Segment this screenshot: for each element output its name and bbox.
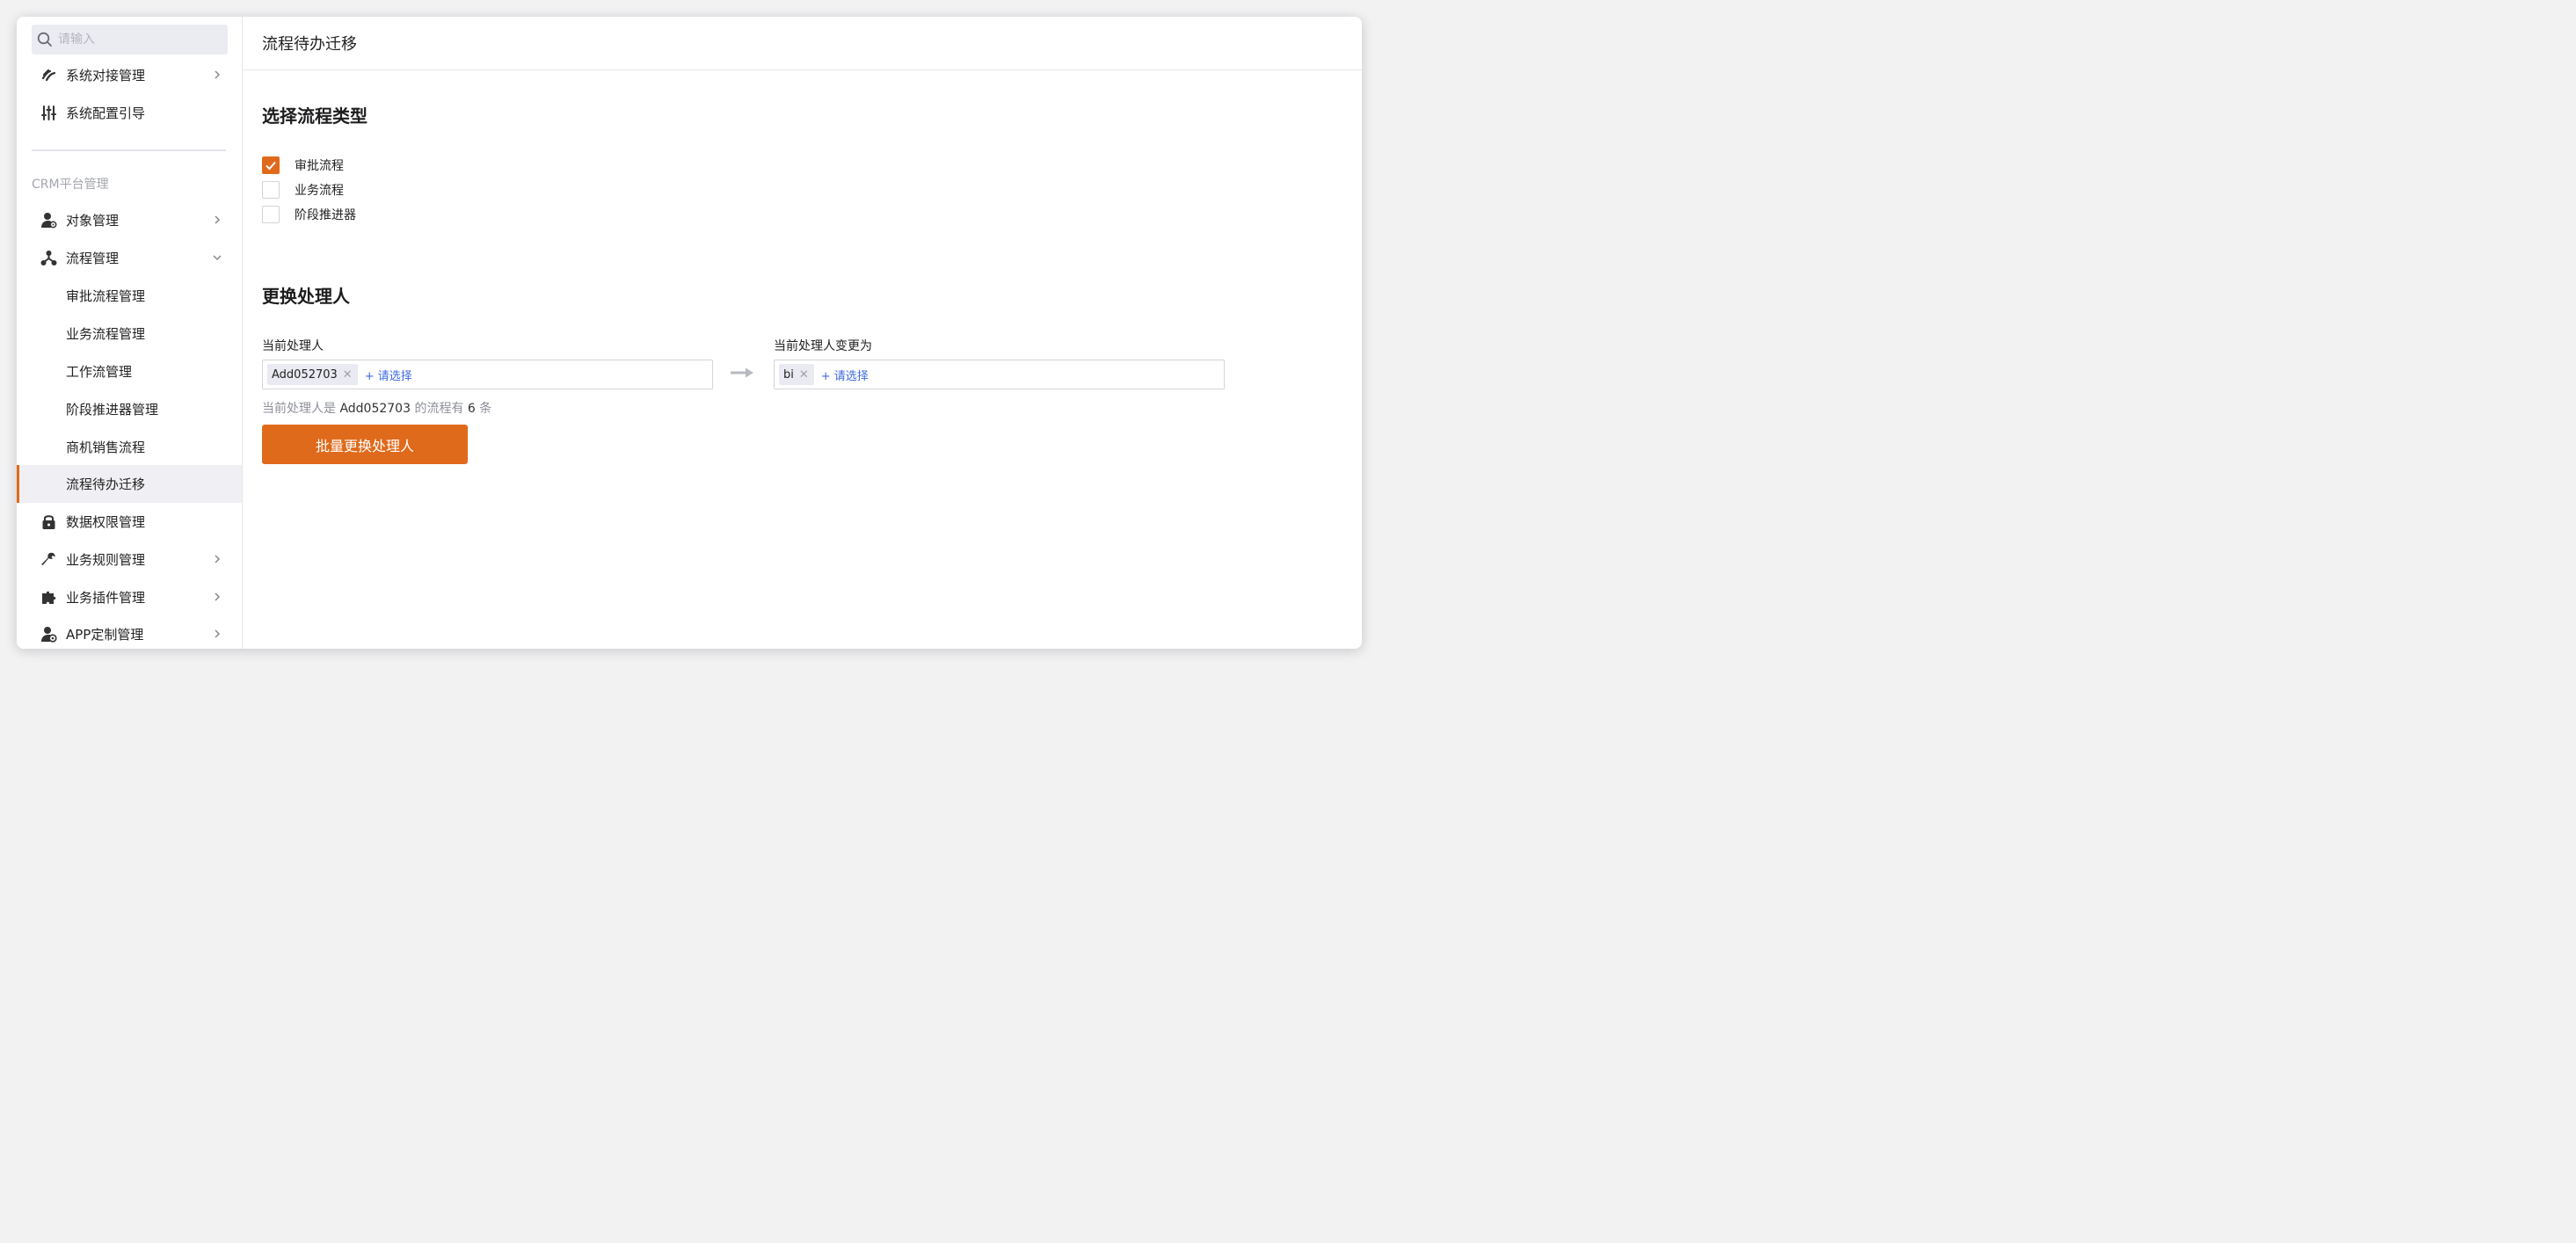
selected-user-tag: bi ✕ xyxy=(779,364,814,385)
sidebar-item-object-management[interactable]: 对象管理 xyxy=(17,201,242,239)
link-icon xyxy=(40,67,57,84)
sidebar-item-label: 系统配置引导 xyxy=(66,105,146,121)
info-user: Add052703 xyxy=(339,402,411,416)
sidebar-item-label: 流程待办迁移 xyxy=(66,476,146,492)
search-input[interactable] xyxy=(58,33,216,47)
sliders-icon xyxy=(40,105,57,121)
sidebar-item-opportunity-sales[interactable]: 商机销售流程 xyxy=(17,428,242,466)
sidebar-item-business-process[interactable]: 业务流程管理 xyxy=(17,315,242,353)
info-suffix: 条 xyxy=(479,402,492,416)
sidebar-item-label: 数据权限管理 xyxy=(66,514,146,530)
section-heading-change-handler: 更换处理人 xyxy=(262,286,350,307)
handler-info-text: 当前处理人是 Add052703 的流程有 6 条 xyxy=(262,399,491,417)
chevron-right-icon xyxy=(215,70,221,79)
sidebar-item-business-plugins[interactable]: 业务插件管理 xyxy=(17,578,242,616)
chevron-right-icon xyxy=(215,629,221,638)
main-content: 流程待办迁移 选择流程类型 审批流程 业务流程 阶段推进器 更换处理人 当前处理… xyxy=(243,17,1362,649)
sidebar-item-business-rules[interactable]: 业务规则管理 xyxy=(17,541,242,578)
sidebar-item-todo-migration[interactable]: 流程待办迁移 xyxy=(17,465,242,503)
checkbox-label: 阶段推进器 xyxy=(295,208,356,222)
sidebar-section-title: CRM平台管理 xyxy=(32,178,109,192)
checkmark-icon xyxy=(266,161,276,171)
checkbox-checked[interactable] xyxy=(262,156,280,174)
new-handler-label: 当前处理人变更为 xyxy=(774,339,872,353)
checkbox-unchecked[interactable] xyxy=(262,206,280,223)
sidebar-item-label: 工作流管理 xyxy=(66,364,133,380)
sidebar-item-label: 业务规则管理 xyxy=(66,552,146,568)
sidebar-item-workflow[interactable]: 工作流管理 xyxy=(17,353,242,390)
sidebar-item-approval-process[interactable]: 审批流程管理 xyxy=(17,277,242,315)
sidebar-item-label: APP定制管理 xyxy=(66,627,144,643)
arrow-right-icon xyxy=(731,367,753,378)
sidebar-item-label: 流程管理 xyxy=(66,251,120,266)
search-icon xyxy=(37,32,52,47)
sidebar-item-label: 阶段推进器管理 xyxy=(66,402,159,418)
sidebar-item-label: 商机销售流程 xyxy=(66,440,146,455)
new-handler-picker[interactable]: bi ✕ + 请选择 xyxy=(774,360,1225,389)
sidebar-item-config-guide[interactable]: 系统配置引导 xyxy=(17,94,242,132)
checkbox-label: 审批流程 xyxy=(295,159,344,173)
sidebar-item-label: 对象管理 xyxy=(66,213,120,229)
checkbox-stage-propeller[interactable]: 阶段推进器 xyxy=(262,206,356,223)
flow-icon xyxy=(40,250,57,266)
sidebar-item-app-customization[interactable]: APP定制管理 xyxy=(17,615,242,649)
lock-icon xyxy=(40,513,57,530)
tag-label: bi xyxy=(783,367,794,382)
sidebar-item-process-management[interactable]: 流程管理 xyxy=(17,239,242,277)
checkbox-label: 业务流程 xyxy=(295,184,344,198)
checkbox-approval-process[interactable]: 审批流程 xyxy=(262,156,344,174)
app-window: 系统对接管理 系统配置引导 CRM平台管理 对象管理 流程管理 xyxy=(17,17,1362,649)
sidebar-item-label: 业务插件管理 xyxy=(66,590,146,606)
batch-change-handler-button[interactable]: 批量更换处理人 xyxy=(262,425,468,464)
chevron-down-icon xyxy=(213,255,222,261)
page-header: 流程待办迁移 xyxy=(243,17,1362,70)
app-gear-icon xyxy=(40,626,57,643)
current-handler-picker[interactable]: Add052703 ✕ + 请选择 xyxy=(262,360,713,389)
puzzle-icon xyxy=(40,589,57,606)
current-handler-label: 当前处理人 xyxy=(262,339,324,353)
sidebar-item-stage-propeller[interactable]: 阶段推进器管理 xyxy=(17,390,242,428)
info-count: 6 xyxy=(467,402,476,416)
add-select-link[interactable]: + 请选择 xyxy=(365,367,412,383)
sidebar-item-label: 审批流程管理 xyxy=(66,288,146,304)
checkbox-unchecked[interactable] xyxy=(262,181,280,199)
chevron-right-icon xyxy=(215,592,221,601)
sidebar-divider xyxy=(32,149,226,151)
tag-label: Add052703 xyxy=(272,367,338,382)
chevron-right-icon xyxy=(215,215,221,224)
sidebar-item-label: 系统对接管理 xyxy=(66,68,146,84)
info-prefix: 当前处理人是 xyxy=(262,402,336,416)
selected-user-tag: Add052703 ✕ xyxy=(267,364,358,385)
sidebar-item-system-integration[interactable]: 系统对接管理 xyxy=(17,56,242,94)
chevron-right-icon xyxy=(215,555,221,563)
wrench-icon xyxy=(40,551,57,568)
close-icon[interactable]: ✕ xyxy=(343,368,353,382)
sidebar: 系统对接管理 系统配置引导 CRM平台管理 对象管理 流程管理 xyxy=(17,17,243,649)
section-heading-process-type: 选择流程类型 xyxy=(262,105,367,127)
page-title: 流程待办迁移 xyxy=(262,35,357,54)
add-select-link[interactable]: + 请选择 xyxy=(821,367,869,383)
user-gear-icon xyxy=(40,212,57,229)
sidebar-item-data-permission[interactable]: 数据权限管理 xyxy=(17,503,242,541)
close-icon[interactable]: ✕ xyxy=(799,368,809,382)
search-box[interactable] xyxy=(32,25,228,55)
sidebar-item-label: 业务流程管理 xyxy=(66,326,146,342)
info-middle: 的流程有 xyxy=(414,402,464,416)
checkbox-business-process[interactable]: 业务流程 xyxy=(262,181,344,199)
